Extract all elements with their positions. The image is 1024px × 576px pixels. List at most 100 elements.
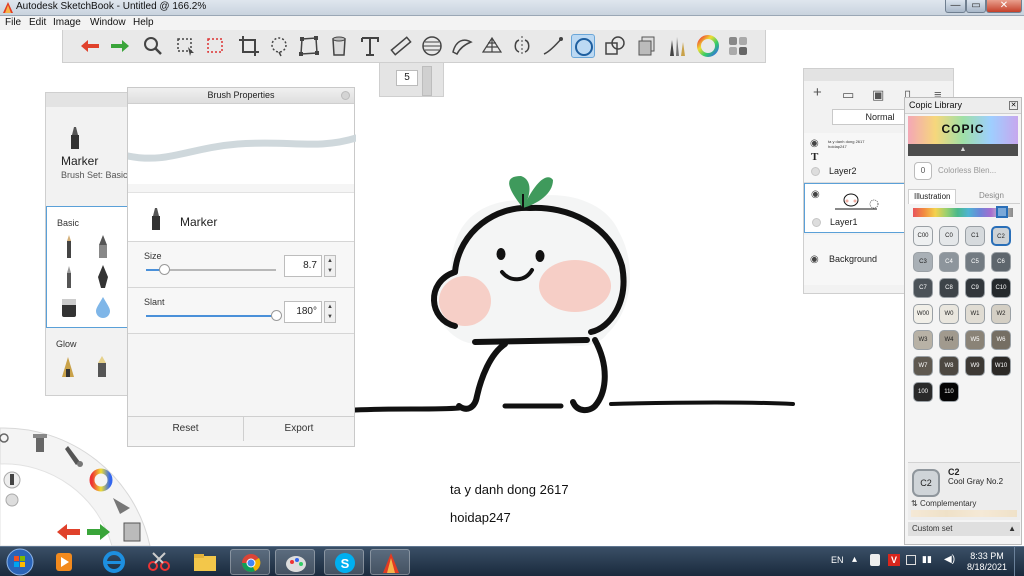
slant-slider-knob[interactable] xyxy=(271,310,282,321)
maximize-button[interactable]: ▭ xyxy=(966,0,986,13)
color-wheel-icon[interactable] xyxy=(696,34,720,58)
menu-help[interactable]: Help xyxy=(133,17,154,28)
copic-swatch[interactable]: W9 xyxy=(965,356,985,376)
custom-set-bar[interactable]: Custom set ▲ xyxy=(908,522,1020,536)
distort-icon[interactable] xyxy=(297,34,321,58)
size-stepper[interactable]: ▲ ▼ xyxy=(324,255,336,277)
marker-brush-icon[interactable] xyxy=(59,295,79,319)
visibility-eye-icon[interactable]: ◉ xyxy=(810,254,819,265)
add-layer-icon[interactable]: + xyxy=(813,84,822,101)
show-desktop-button[interactable] xyxy=(1014,547,1024,576)
ink-pen-brush-icon[interactable] xyxy=(93,265,113,289)
panel-collapse-button[interactable] xyxy=(341,91,350,100)
close-icon[interactable]: ✕ xyxy=(1009,101,1018,110)
copic-swatch[interactable]: W4 xyxy=(939,330,959,350)
fill-icon[interactable] xyxy=(327,34,351,58)
copic-swatch[interactable]: C6 xyxy=(991,252,1011,272)
tab-design[interactable]: Design xyxy=(979,191,1004,200)
copic-swatch[interactable]: C7 xyxy=(913,278,933,298)
sketchbook-icon[interactable] xyxy=(370,549,410,575)
copic-swatch[interactable]: 100 xyxy=(913,382,933,402)
layer-radio[interactable] xyxy=(811,167,820,176)
copic-swatch[interactable]: C0 xyxy=(939,226,959,246)
menu-file[interactable]: File xyxy=(5,17,21,28)
copic-swatch[interactable]: W7 xyxy=(913,356,933,376)
copic-swatch[interactable]: C2 xyxy=(991,226,1011,246)
copic-swatch[interactable]: C4 xyxy=(939,252,959,272)
menu-image[interactable]: Image xyxy=(53,17,81,28)
copic-swatch[interactable]: W2 xyxy=(991,304,1011,324)
brush-properties-header[interactable]: Brush Properties xyxy=(128,88,354,104)
visibility-eye-icon[interactable]: ◉ xyxy=(810,138,819,149)
input-language[interactable]: EN xyxy=(831,555,844,565)
copic-swatch[interactable]: C9 xyxy=(965,278,985,298)
shape-icon[interactable] xyxy=(603,34,627,58)
file-explorer-icon[interactable] xyxy=(185,549,225,575)
layer-radio[interactable] xyxy=(812,218,821,227)
copic-swatch[interactable]: C8 xyxy=(939,278,959,298)
zoom-icon[interactable] xyxy=(141,34,165,58)
brush-library-icon[interactable] xyxy=(665,34,689,58)
copy-icon[interactable] xyxy=(123,522,141,542)
brush-size-value[interactable]: 5 xyxy=(396,70,418,86)
marker-tool-icon[interactable] xyxy=(3,471,21,489)
ellipse-guide-icon[interactable] xyxy=(420,34,444,58)
start-orb-icon[interactable] xyxy=(6,548,34,576)
predictive-stroke-icon[interactable] xyxy=(571,34,595,58)
copic-swatch[interactable]: W0 xyxy=(939,304,959,324)
menu-edit[interactable]: Edit xyxy=(29,17,46,28)
glow-pen-brush-icon[interactable] xyxy=(58,355,78,379)
symmetry-icon[interactable] xyxy=(510,34,534,58)
copic-swatch[interactable]: W00 xyxy=(913,304,933,324)
notification-icon[interactable] xyxy=(870,554,880,566)
image-layer-icon[interactable]: ▣ xyxy=(872,87,884,103)
snipping-tool-icon[interactable] xyxy=(139,549,179,575)
copic-swatch[interactable]: C1 xyxy=(965,226,985,246)
complementary-toggle[interactable]: ⇅ Complementary xyxy=(911,499,976,508)
redo-icon[interactable] xyxy=(108,34,132,58)
color-family-selector[interactable] xyxy=(996,206,1008,218)
minimize-button[interactable]: — xyxy=(945,0,966,13)
menu-window[interactable]: Window xyxy=(90,17,126,28)
network-icon[interactable]: ▮▮ xyxy=(922,554,932,565)
crop-icon[interactable] xyxy=(237,34,261,58)
paint-icon[interactable] xyxy=(275,549,315,575)
close-button[interactable]: ✕ xyxy=(986,0,1022,13)
layer-editor-header[interactable] xyxy=(804,69,953,81)
brush-selector-row[interactable]: Marker xyxy=(128,192,354,242)
perspective-icon[interactable] xyxy=(480,34,504,58)
copic-swatch[interactable]: C00 xyxy=(913,226,933,246)
colorless-blender-swatch[interactable]: 0 xyxy=(914,162,932,180)
colorless-blender-row[interactable]: 0 Colorless Blen... xyxy=(908,160,1018,182)
export-button[interactable]: Export xyxy=(244,417,354,441)
drawing-canvas[interactable] xyxy=(355,96,803,546)
lasso-icon[interactable] xyxy=(267,34,291,58)
copic-swatch[interactable]: W3 xyxy=(913,330,933,350)
slant-stepper[interactable]: ▲ ▼ xyxy=(324,301,336,323)
size-value-field[interactable]: 8.7 xyxy=(284,255,322,277)
tab-illustration[interactable]: Illustration xyxy=(908,189,957,204)
ruler-icon[interactable] xyxy=(389,34,413,58)
copic-swatch[interactable]: W10 xyxy=(991,356,1011,376)
internet-explorer-icon[interactable] xyxy=(94,549,134,575)
steady-stroke-icon[interactable] xyxy=(541,34,565,58)
select-icon[interactable] xyxy=(174,34,198,58)
complementary-strip[interactable] xyxy=(911,510,1017,517)
copy-icon[interactable] xyxy=(636,34,660,58)
brush-library-header[interactable] xyxy=(46,93,128,107)
show-hidden-icons[interactable]: ▴ xyxy=(852,554,857,565)
palette-grid-icon[interactable] xyxy=(726,34,750,58)
pencil-brush-icon[interactable] xyxy=(59,235,79,259)
ballpoint-brush-icon[interactable] xyxy=(59,265,79,289)
text-icon[interactable] xyxy=(358,34,382,58)
slant-value-field[interactable]: 180° xyxy=(284,301,322,323)
chrome-icon[interactable] xyxy=(230,549,270,575)
copic-library-header[interactable]: Copic Library ✕ xyxy=(905,98,1021,114)
copic-swatch[interactable]: C10 xyxy=(991,278,1011,298)
size-slider-track[interactable] xyxy=(146,264,276,275)
copic-swatch[interactable]: C3 xyxy=(913,252,933,272)
copic-swatch[interactable]: W6 xyxy=(991,330,1011,350)
copic-swatch[interactable]: W8 xyxy=(939,356,959,376)
brush-size-slider[interactable] xyxy=(422,66,432,96)
copic-swatch[interactable]: C5 xyxy=(965,252,985,272)
